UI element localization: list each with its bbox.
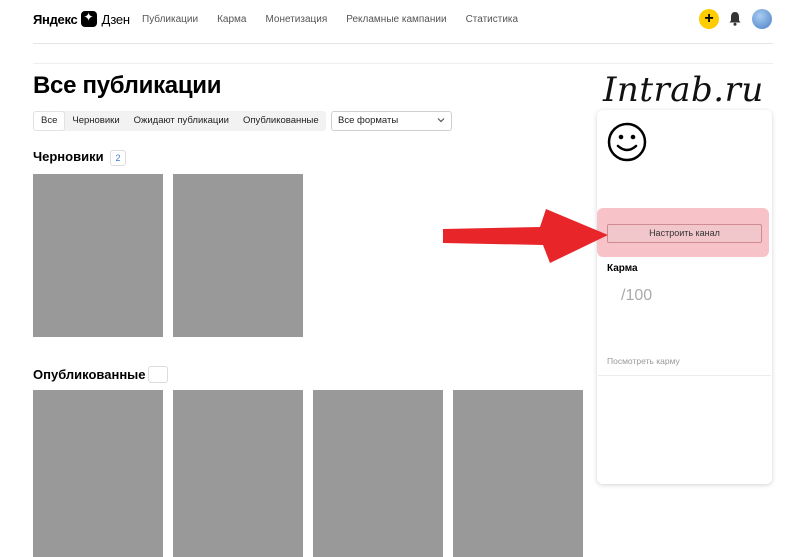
nav-item-monetization[interactable]: Монетизация [265, 14, 327, 25]
content-divider [33, 63, 773, 64]
logo-brand: Яндекс [33, 11, 78, 27]
create-button[interactable]: + [699, 9, 719, 29]
top-bar: Яндекс Дзен Публикации Карма Монетизация… [0, 0, 800, 40]
draft-card[interactable] [33, 174, 163, 337]
view-karma-link[interactable]: Посмотреть карму [607, 356, 680, 366]
setup-channel-button[interactable]: Настроить канал [607, 224, 762, 243]
published-card[interactable] [33, 390, 163, 557]
published-card[interactable] [453, 390, 583, 557]
published-card[interactable] [313, 390, 443, 557]
nav-item-publications[interactable]: Публикации [142, 14, 198, 25]
watermark: Intrab.ru [603, 70, 764, 110]
bell-icon[interactable] [728, 11, 742, 27]
tab-all[interactable]: Все [33, 111, 66, 131]
published-card[interactable] [173, 390, 303, 557]
nav-item-karma[interactable]: Карма [217, 14, 246, 25]
karma-value: /100 [621, 287, 653, 304]
drafts-count-badge: 2 [110, 150, 126, 166]
smiley-icon [607, 122, 647, 162]
nav-item-statistics[interactable]: Статистика [466, 14, 519, 25]
filter-tabs: Все Черновики Ожидают публикации Опублик… [33, 111, 326, 131]
tab-published[interactable]: Опубликованные [236, 111, 326, 131]
format-select-value: Все форматы [338, 115, 399, 126]
red-arrow-icon [443, 209, 608, 263]
karma-title: Карма [607, 263, 638, 274]
page-title: Все публикации [33, 72, 222, 99]
format-select[interactable]: Все форматы [331, 111, 452, 131]
tab-drafts[interactable]: Черновики [65, 111, 126, 131]
drafts-section-title: Черновики [33, 149, 104, 164]
logo-product: Дзен [101, 11, 130, 27]
tab-pending[interactable]: Ожидают публикации [127, 111, 236, 131]
avatar[interactable] [752, 9, 772, 29]
main-nav: Публикации Карма Монетизация Рекламные к… [142, 14, 518, 25]
header-divider [33, 43, 773, 44]
logo[interactable]: Яндекс Дзен [33, 10, 130, 27]
chevron-down-icon [437, 118, 445, 123]
published-section-title: Опубликованные [33, 367, 146, 382]
published-count-badge [148, 366, 168, 383]
zen-logo-icon [81, 10, 98, 27]
panel-divider [598, 375, 771, 376]
nav-item-ad-campaigns[interactable]: Рекламные кампании [346, 14, 446, 25]
draft-card[interactable] [173, 174, 303, 337]
